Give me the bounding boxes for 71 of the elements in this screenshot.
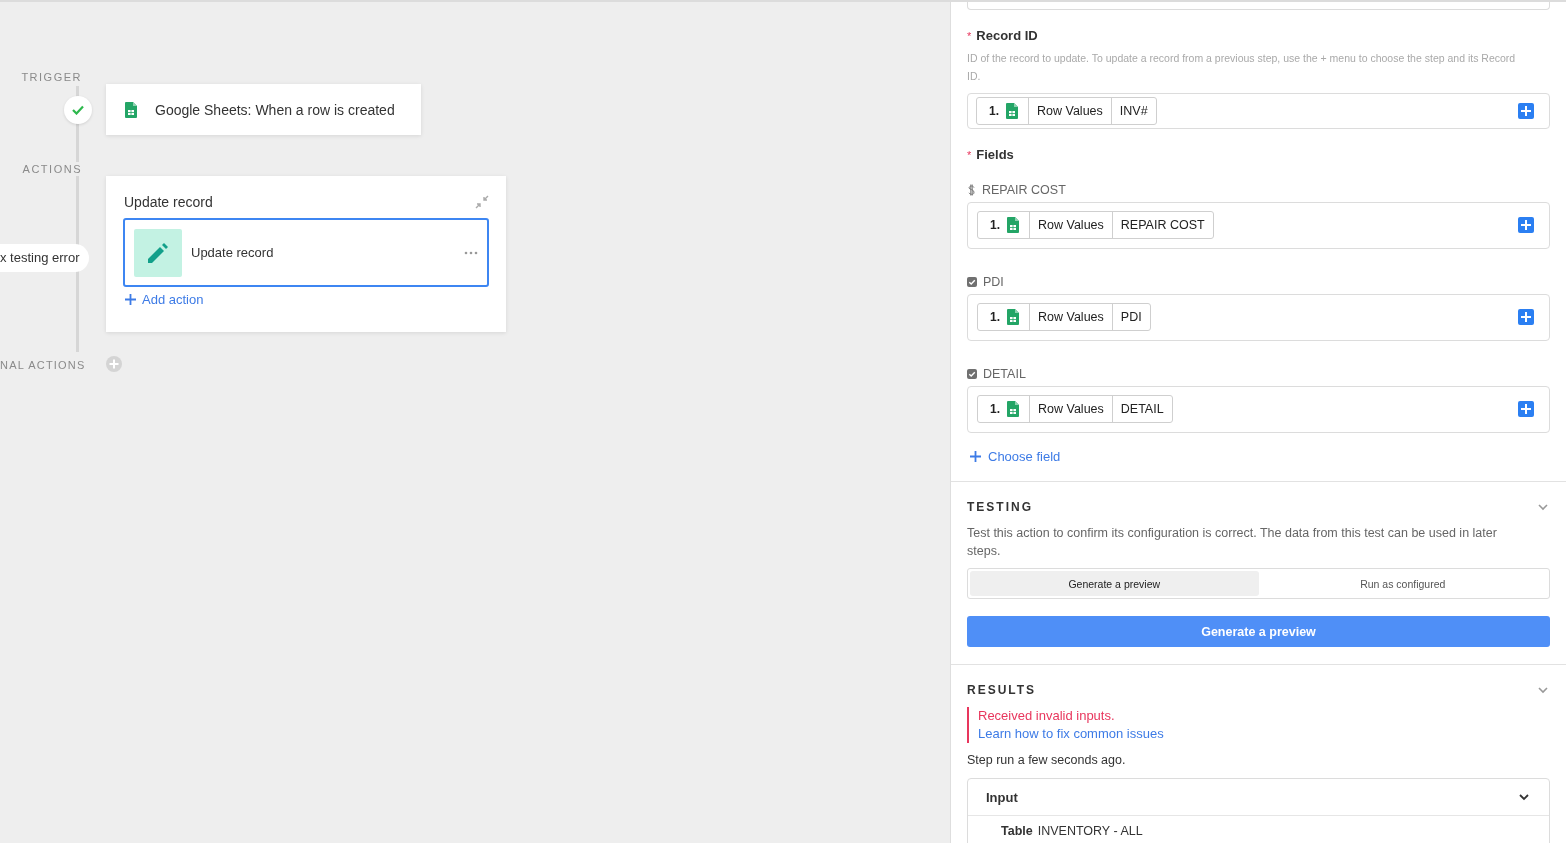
step-number: 1. (989, 104, 999, 118)
trigger-card[interactable]: Google Sheets: When a row is created (106, 84, 421, 135)
data-token[interactable]: 1. Row Values INV# (976, 97, 1157, 125)
token-field: REPAIR COST (1111, 212, 1213, 238)
help-text: ID of the record to update. To update a record from a previous step, use the + menu to choose the step and its Record ID. (967, 51, 1517, 84)
data-token[interactable]: 1. Row Values REPAIR COST (977, 211, 1214, 239)
step-title: Update record (191, 245, 275, 260)
mapped-field[interactable]: 1. Row Values PDI (967, 294, 1550, 341)
insert-data-button[interactable] (1518, 103, 1534, 119)
plus-icon (1521, 312, 1531, 322)
token-source: Row Values (1029, 212, 1112, 238)
section-title: TESTING (967, 499, 1033, 516)
field-label: DETAIL (983, 366, 1026, 383)
data-token[interactable]: 1. Row Values DETAIL (977, 395, 1173, 423)
more-icon[interactable] (464, 250, 478, 255)
spreadsheet-icon (1007, 217, 1019, 233)
currency-icon (967, 184, 976, 196)
spreadsheet-icon (1007, 401, 1019, 417)
field-label: REPAIR COST (982, 182, 1066, 199)
field-label: Record ID (976, 27, 1038, 45)
mapped-field[interactable]: 1. Row Values REPAIR COST (967, 202, 1550, 249)
field-label: PDI (983, 274, 1004, 291)
choose-field-link[interactable]: Choose field (967, 449, 1061, 464)
required-mark: * (967, 148, 972, 163)
plus-icon (1521, 404, 1531, 414)
spreadsheet-icon (1006, 103, 1018, 119)
mapped-field[interactable]: 1. Row Values INV# (967, 93, 1550, 129)
spreadsheet-icon (1007, 309, 1019, 325)
spreadsheet-icon (125, 101, 137, 118)
help-link[interactable]: Learn how to fix common issues (978, 726, 1164, 741)
data-token[interactable]: 1. Row Values PDI (977, 303, 1151, 331)
insert-data-button[interactable] (1518, 217, 1534, 233)
check-icon (72, 105, 84, 115)
mapped-field[interactable]: 1. Row Values DETAIL (967, 386, 1550, 433)
error-text: Received invalid inputs. (978, 707, 1116, 725)
section-title: RESULTS (967, 682, 1037, 699)
token-source: Row Values (1028, 98, 1111, 124)
token-source: Row Values (1029, 304, 1112, 330)
action-step[interactable]: Update record (123, 218, 489, 287)
plus-icon (970, 451, 981, 462)
plus-icon (125, 294, 136, 305)
field-box[interactable] (967, 2, 1550, 10)
mode-tab[interactable]: Generate a preview (970, 571, 1259, 596)
step-number: 1. (990, 218, 1000, 232)
input-value: INVENTORY - ALL (1037, 823, 1143, 839)
plus-icon (1521, 106, 1531, 116)
add-action-link[interactable]: Add action (123, 292, 204, 307)
token-field: PDI (1111, 304, 1150, 330)
checkbox-icon (967, 277, 977, 287)
panel-title: Input (986, 789, 1018, 805)
plus-icon (1521, 220, 1531, 230)
card-title: Update record (124, 194, 213, 210)
step-number: 1. (990, 402, 1000, 416)
token-field: DETAIL (1111, 396, 1172, 422)
field-label: Fields (976, 146, 1014, 164)
section-label: NAL ACTIONS (0, 358, 86, 372)
token-field: INV# (1110, 98, 1156, 124)
section-description: Test this action to confirm its configuration is correct. The data from this test can be used in later steps. (967, 525, 1498, 560)
error-badge[interactable]: x testing error (0, 244, 90, 272)
mode-tab[interactable]: Run as configured (1258, 571, 1547, 596)
token-source: Row Values (1029, 396, 1112, 422)
insert-data-button[interactable] (1518, 309, 1534, 325)
step-number: 1. (990, 310, 1000, 324)
input-key: Table (1001, 823, 1033, 839)
run-status: Step run a few seconds ago. (967, 752, 1127, 769)
checkbox-icon (967, 369, 977, 379)
add-icon[interactable] (106, 356, 122, 372)
insert-data-button[interactable] (1518, 401, 1534, 417)
collapse-icon[interactable] (475, 195, 489, 209)
trigger-title: Google Sheets: When a row is created (155, 101, 395, 118)
required-mark: * (967, 29, 972, 44)
